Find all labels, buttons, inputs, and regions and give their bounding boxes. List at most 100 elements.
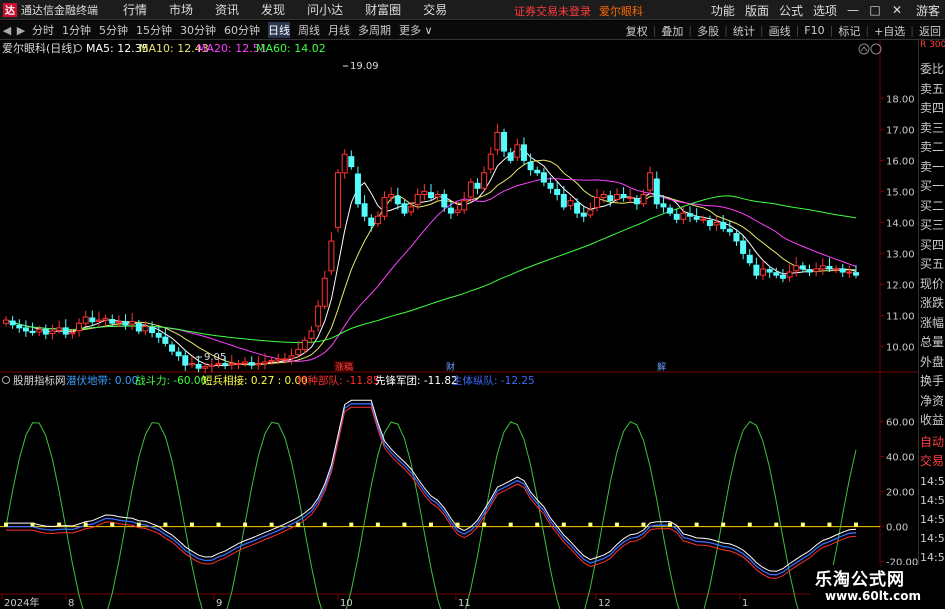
menu-caifuquan[interactable]: 财富圈 [365, 1, 401, 18]
candle-body [686, 213, 693, 217]
candle-body [135, 323, 142, 332]
candle-body [474, 182, 481, 189]
candle-body [142, 325, 149, 332]
guest-login[interactable]: 游客 [916, 2, 940, 19]
candle-body [95, 319, 102, 322]
event-tag-jie[interactable]: 解 [657, 361, 666, 373]
period-1min[interactable]: 1分钟 [62, 22, 91, 38]
quote-side-panel: R 300 委比 卖五 卖四 卖三 卖二 卖一 买一 买二 买三 买四 买五 现价 涨跌 涨幅 总量 外盘 换手… [918, 40, 945, 609]
candle-body [653, 178, 660, 205]
menu-wenxiaoda[interactable]: 问小达 [307, 1, 343, 18]
btn-tongji[interactable]: 统计 [733, 23, 755, 39]
period-multi[interactable]: 多周期 [358, 22, 391, 38]
btn-duogu[interactable]: 多股 [697, 23, 719, 39]
menu-shichang[interactable]: 市场 [169, 1, 193, 18]
side-item-15: 外盘 [920, 354, 945, 369]
candle-body [726, 228, 733, 233]
period-weekly[interactable]: 周线 [298, 22, 320, 38]
auto-trade-2[interactable]: 交易 [919, 452, 945, 472]
candle-body [600, 193, 607, 199]
candle-body [760, 268, 767, 276]
candle-body [514, 144, 521, 158]
maximize-icon[interactable]: □ [866, 2, 884, 18]
period-30min[interactable]: 30分钟 [180, 22, 216, 38]
chart-area[interactable]: 18.00 17.00 16.00 15.00 14.00 13.00 12.00 11.00… [0, 40, 945, 609]
stock-label: 爱尔眼科(日线) [2, 41, 77, 55]
next-arrow-icon[interactable]: ▶ [14, 24, 28, 37]
duanbing-marker [163, 522, 168, 527]
btn-back[interactable]: 返回 [919, 23, 941, 39]
price-tick-label: 11.00 [886, 311, 915, 322]
btn-fuquan[interactable]: 复权 [626, 23, 648, 39]
period-more[interactable]: 更多 ∨ [399, 22, 433, 38]
menu-gongshi[interactable]: 公式 [779, 2, 803, 19]
side-item-1: 卖五 [920, 81, 945, 96]
duanbing-marker [694, 522, 699, 527]
candle-body [481, 172, 488, 189]
event-tag-cai[interactable]: 财 [446, 361, 455, 373]
event-tag-zhangting[interactable]: 涨稿 [335, 361, 353, 373]
zhandouli-line [5, 420, 857, 609]
collapse-up-icon[interactable] [858, 43, 870, 55]
chevron-down-icon: ∨ [421, 24, 433, 37]
auto-trade-1[interactable]: 自动 [919, 433, 945, 453]
btn-huaxian[interactable]: 画线 [769, 23, 791, 39]
candle-body [461, 200, 468, 211]
price-tick-label: 12.00 [886, 280, 915, 291]
price-tick-label: 15.00 [886, 187, 915, 198]
candle-body [248, 362, 255, 366]
candle-body [846, 271, 853, 274]
app-window: 达 通达信金融终端 行情 市场 资讯 发现 问小达 财富圈 交易 证券交易未登录… [0, 0, 945, 609]
candle-body [275, 358, 282, 361]
period-daily[interactable]: 日线 [268, 22, 290, 38]
broker-status[interactable]: 证券交易未登录 爱尔眼科 [514, 3, 643, 19]
menu-banmian[interactable]: 版面 [745, 2, 769, 19]
candle-body [428, 192, 434, 199]
duanbing-marker [296, 522, 301, 527]
period-monthly[interactable]: 月线 [328, 22, 350, 38]
menu-hangqing[interactable]: 行情 [123, 1, 147, 18]
side-item-10: 买五 [920, 257, 945, 271]
candle-body [414, 193, 421, 205]
candle-body [374, 215, 381, 225]
ind-tick-label: 0.00 [886, 523, 908, 534]
period-60min[interactable]: 60分钟 [224, 22, 260, 38]
candle-body [368, 217, 375, 227]
candle-body [554, 189, 561, 195]
candle-body [281, 358, 288, 361]
kline-chart[interactable]: 18.00 17.00 16.00 15.00 14.00 13.00 12.00 11.00… [0, 40, 918, 609]
btn-add-watchlist[interactable]: +自选 [874, 23, 905, 39]
title-right-menu: 功能 版面 公式 选项 — □ ✕ 游客 [706, 0, 945, 20]
watermark-title: 乐淘公式网 [815, 570, 905, 590]
duanbing-marker [588, 522, 593, 527]
candle-body [129, 321, 136, 325]
btn-f10[interactable]: F10 [804, 24, 824, 37]
price-tick-label: 10.00 [886, 342, 915, 353]
broker-status-text: 证券交易未登录 [514, 5, 591, 18]
candle-body [434, 193, 441, 198]
btn-diejia[interactable]: 叠加 [661, 23, 683, 39]
ind-tick-label: 20.00 [886, 488, 915, 499]
prev-arrow-icon[interactable]: ◀ [0, 24, 14, 37]
menu-gongneng[interactable]: 功能 [711, 2, 735, 19]
period-fenshi[interactable]: 分时 [32, 22, 54, 38]
candle-body [507, 152, 514, 161]
menu-zixun[interactable]: 资讯 [215, 1, 239, 18]
indicator-tezhong: 特种部队: -11.85 [297, 374, 380, 387]
candle-body [587, 209, 594, 216]
candle-body [580, 212, 587, 217]
close-icon[interactable]: ✕ [888, 2, 906, 18]
period-15min[interactable]: 15分钟 [136, 22, 172, 38]
menu-faxian[interactable]: 发现 [261, 1, 285, 18]
menu-jiaoyi[interactable]: 交易 [423, 1, 447, 18]
candle-body [188, 363, 195, 366]
btn-biaoji[interactable]: 标记 [838, 23, 860, 39]
side-item-12: 涨跌 [920, 296, 945, 310]
duanbing-marker [189, 522, 194, 527]
minimize-icon[interactable]: — [844, 2, 862, 18]
period-5min[interactable]: 5分钟 [99, 22, 128, 38]
menu-xuanxiang[interactable]: 选项 [813, 2, 837, 19]
side-item-6: 买一 [920, 179, 945, 193]
candle-body [753, 264, 760, 276]
candle-body [594, 197, 601, 209]
